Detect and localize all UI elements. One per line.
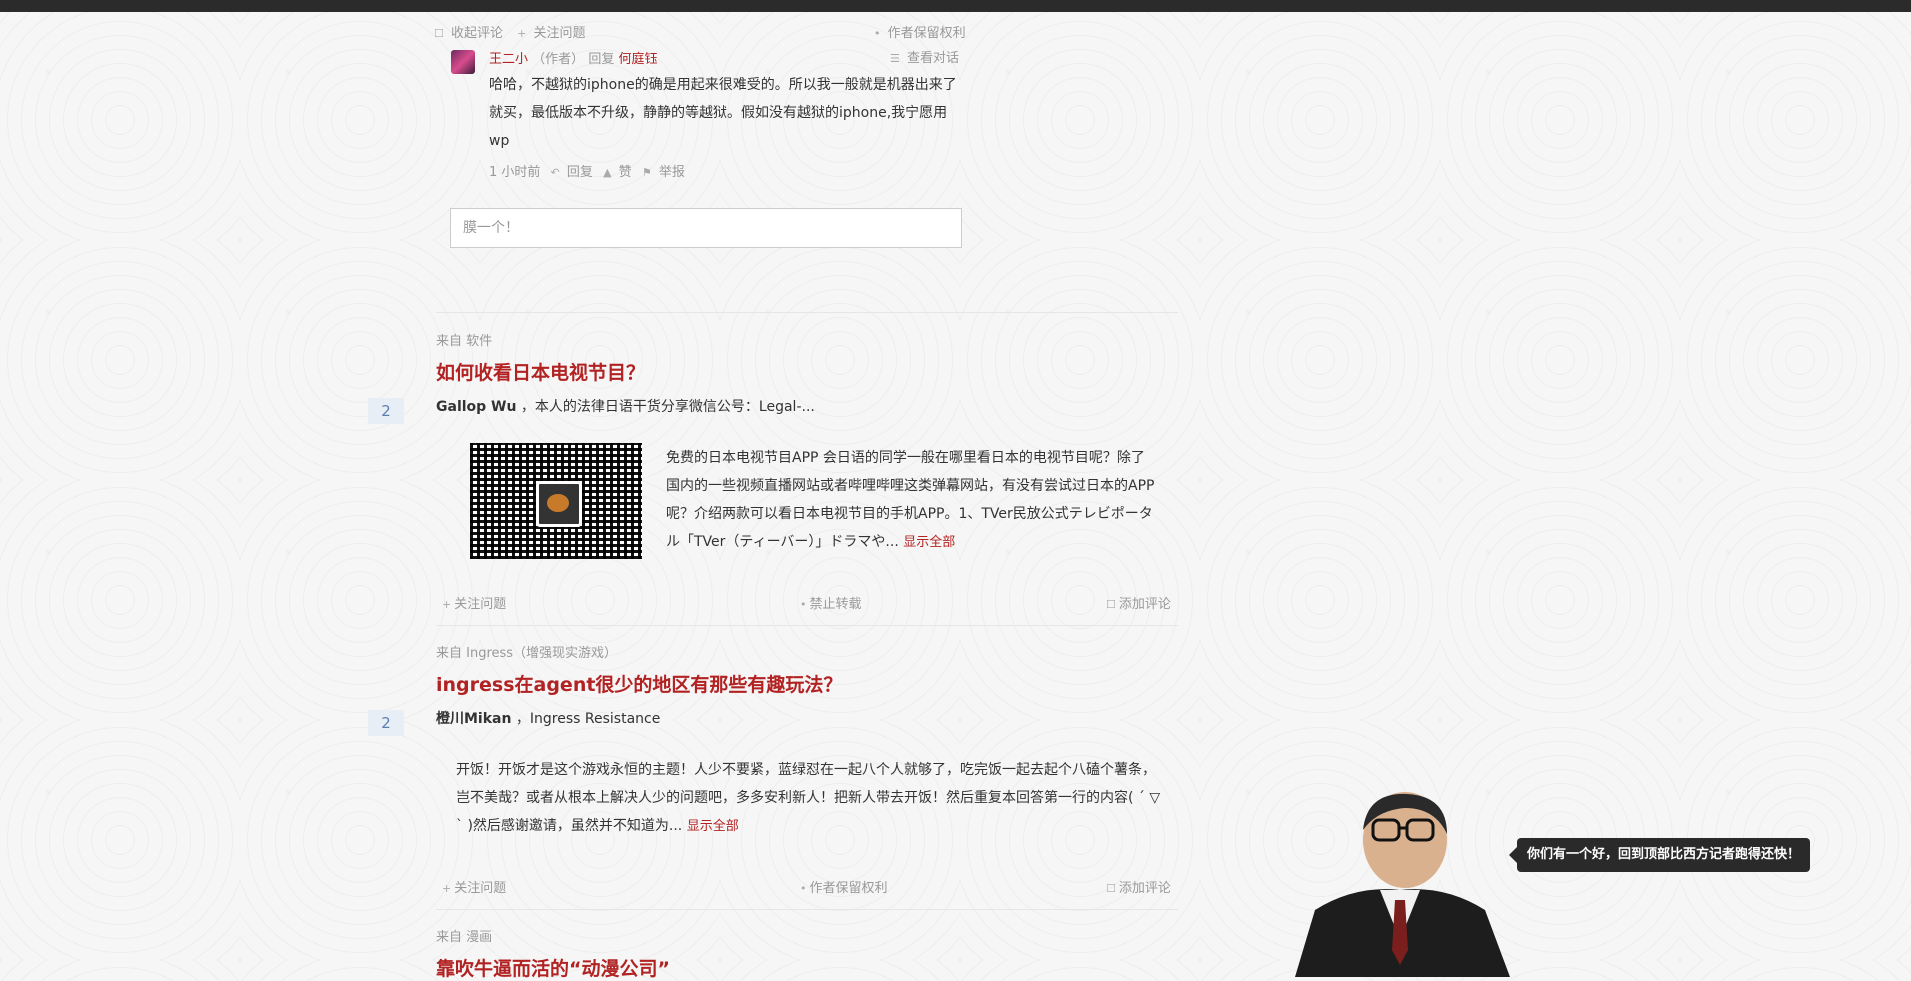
qr-code-image xyxy=(470,443,642,559)
like-button[interactable]: 赞 xyxy=(619,165,632,180)
avatar[interactable] xyxy=(451,50,475,74)
reply-button[interactable]: 回复 xyxy=(567,165,593,180)
item-source[interactable]: 来自 软件 xyxy=(436,330,492,349)
excerpt-line: 开饭！开饭才是这个游戏永恒的主题！人少不要紧，蓝绿怼在一起八个人就够了，吃完饭一… xyxy=(456,762,1156,778)
copyright-note: 作者保留权利 xyxy=(887,26,966,41)
item-source[interactable]: 来自 漫画 xyxy=(436,926,492,945)
add-comment-action[interactable]: ☐ 添加评论 xyxy=(1106,593,1171,612)
excerpt-line: ル「TVer（ティーバー）」ドラマや... xyxy=(666,534,899,550)
follow-question-action[interactable]: + 关注问题 xyxy=(442,593,506,612)
thumbs-up-icon: ▲ xyxy=(603,166,612,179)
comment-icon: ☐ xyxy=(1106,598,1116,611)
reply-body: 哈哈，不越狱的iphone的确是用起来很难受的。所以我一般就是机器出来了 就买，… xyxy=(489,71,969,155)
reply-word: 回复 xyxy=(588,52,615,67)
vote-count[interactable]: 2 xyxy=(368,710,404,736)
plus-icon: + xyxy=(442,882,452,895)
item-source[interactable]: 来自 Ingress（增强现实游戏） xyxy=(436,642,617,661)
show-all-link[interactable]: 显示全部 xyxy=(687,819,739,834)
dot-icon: • xyxy=(800,598,807,611)
top-bar xyxy=(0,0,1911,12)
reply-line: wp xyxy=(489,133,510,149)
answer-excerpt[interactable]: 开饭！开饭才是这个游戏永恒的主题！人少不要紧，蓝绿怼在一起八个人就够了，吃完饭一… xyxy=(456,756,1172,841)
reply-header: 王二小 （作者） 回复 何庭钰 xyxy=(489,48,657,67)
add-comment-label: 添加评论 xyxy=(1118,597,1171,612)
dot-icon: • xyxy=(800,882,807,895)
comment-actions-right: • 作者保留权利 xyxy=(874,22,966,41)
excerpt-line: 免费的日本电视节目APP 会日语的同学一般在哪里看日本的电视节目呢？除了 xyxy=(666,450,1145,466)
follow-question-link[interactable]: 关注问题 xyxy=(534,26,586,41)
conversation-icon: ☰ xyxy=(890,52,900,65)
reply-author[interactable]: 王二小 xyxy=(489,52,528,67)
add-comment-label: 添加评论 xyxy=(1118,881,1171,896)
dot-icon: • xyxy=(874,27,881,40)
follow-label: 关注问题 xyxy=(454,597,507,612)
excerpt-line: 国内的一些视频直播网站或者哔哩哔哩这类弹幕网站，有没有尝试过日本的APP xyxy=(666,478,1155,494)
follow-label: 关注问题 xyxy=(454,881,507,896)
view-conversation-label: 查看对话 xyxy=(907,51,960,66)
excerpt-line: ` )然后感谢邀请，虽然并不知道为... xyxy=(456,818,683,834)
answer-author[interactable]: 橙川Mikan xyxy=(436,711,511,727)
follow-question-action[interactable]: + 关注问题 xyxy=(442,877,506,896)
answer-author[interactable]: Gallop Wu xyxy=(436,399,516,415)
question-title[interactable]: ingress在agent很少的地区有那些有趣玩法？ xyxy=(436,670,842,697)
report-button[interactable]: 举报 xyxy=(659,165,685,180)
plus-icon: + xyxy=(517,27,527,40)
reply-meta: 1 小时前 ↶ 回复 ▲ 赞 ⚑ 举报 xyxy=(489,161,685,180)
excerpt-line: 呢？介绍两款可以看日本电视节目的手机APP。1、TVer民放公式テレビポータ xyxy=(666,506,1153,522)
collapse-comments-link[interactable]: 收起评论 xyxy=(451,26,503,41)
divider xyxy=(436,625,1178,626)
show-all-link[interactable]: 显示全部 xyxy=(903,535,955,550)
comment-actions-left: ☐ 收起评论 + 关注问题 xyxy=(434,22,586,41)
flag-icon: ⚑ xyxy=(641,166,652,179)
copyright-action: • 禁止转载 xyxy=(800,593,862,612)
copyright-label: 禁止转载 xyxy=(809,597,862,612)
answer-author-bio: ，本人的法律日语干货分享微信公号：Legal-... xyxy=(520,399,815,415)
author-tag: （作者） xyxy=(532,52,585,67)
excerpt-line: 岂不美哉？或者从根本上解决人少的问题吧，多多安利新人！把新人带去开饭！然后重复本… xyxy=(456,790,1161,806)
back-to-top-tooltip[interactable]: 你们有一个好，回到顶部比西方记者跑得还快！ xyxy=(1508,838,1811,872)
reply-line: 哈哈，不越狱的iphone的确是用起来很难受的。所以我一般就是机器出来了 xyxy=(489,77,957,93)
answer-author-bio: ，Ingress Resistance xyxy=(515,711,661,727)
reply-time: 1 小时前 xyxy=(489,165,541,180)
answer-author-line: 橙川Mikan ，Ingress Resistance xyxy=(436,708,660,728)
question-title[interactable]: 如何收看日本电视节目？ xyxy=(436,358,645,385)
divider xyxy=(436,909,1178,910)
plus-icon: + xyxy=(442,598,452,611)
answer-excerpt[interactable]: 免费的日本电视节目APP 会日语的同学一般在哪里看日本的电视节目呢？除了 国内的… xyxy=(666,444,1166,557)
answer-author-line: Gallop Wu ，本人的法律日语干货分享微信公号：Legal-... xyxy=(436,396,815,416)
divider xyxy=(436,312,1178,313)
comment-input[interactable]: 膜一个！ xyxy=(450,208,962,248)
copyright-label: 作者保留权利 xyxy=(809,881,888,896)
comment-icon: ☐ xyxy=(1106,882,1116,895)
reply-to-user[interactable]: 何庭钰 xyxy=(618,52,657,67)
copyright-action: • 作者保留权利 xyxy=(800,877,888,896)
reply-icon: ↶ xyxy=(550,166,560,179)
vote-count[interactable]: 2 xyxy=(368,398,404,424)
reply-line: 就买，最低版本不升级，静静的等越狱。假如没有越狱的iphone,我宁愿用 xyxy=(489,105,948,121)
comment-icon: ☐ xyxy=(434,27,444,40)
add-comment-action[interactable]: ☐ 添加评论 xyxy=(1106,877,1171,896)
back-to-top-figure[interactable] xyxy=(1285,790,1515,977)
view-conversation[interactable]: ☰ 查看对话 xyxy=(890,47,959,66)
